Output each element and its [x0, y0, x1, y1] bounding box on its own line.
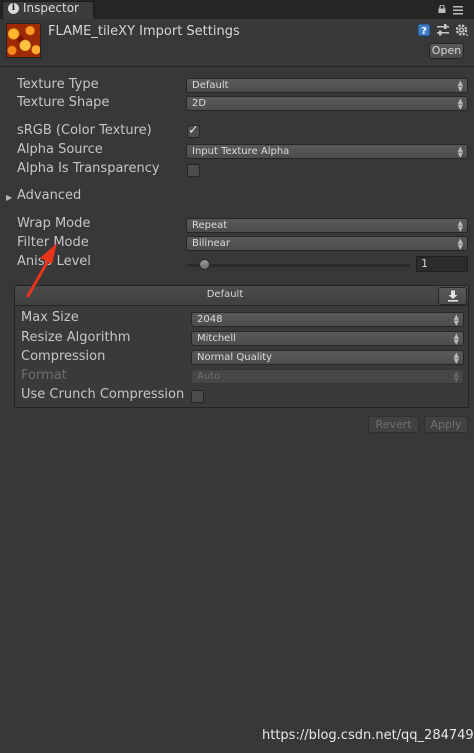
filter-mode-label: Filter Mode: [17, 235, 89, 250]
asset-title: FLAME_tileXY Import Settings: [48, 24, 240, 39]
alpha-source-dropdown[interactable]: Input Texture Alpha ▲ ▼: [186, 144, 468, 159]
texture-type-label: Texture Type: [17, 77, 99, 92]
dropdown-arrows-icon: ▲ ▼: [457, 145, 463, 159]
alpha-transparency-label: Alpha Is Transparency: [17, 161, 160, 176]
preset-icon[interactable]: [436, 23, 450, 37]
srgb-label: sRGB (Color Texture): [17, 123, 152, 138]
header-divider: [0, 66, 474, 67]
svg-text:?: ?: [421, 26, 427, 37]
max-size-label: Max Size: [21, 310, 79, 325]
dropdown-arrows-icon: ▲ ▼: [453, 332, 459, 346]
resize-algorithm-label: Resize Algorithm: [21, 330, 131, 345]
download-platform-button[interactable]: [438, 287, 467, 305]
wrap-mode-label: Wrap Mode: [17, 216, 91, 231]
info-icon: i: [8, 3, 19, 14]
resize-algorithm-value: Mitchell: [197, 333, 236, 344]
alpha-transparency-checkbox[interactable]: [187, 164, 200, 177]
aniso-level-field[interactable]: 1: [416, 256, 468, 272]
max-size-dropdown[interactable]: 2048 ▲ ▼: [191, 312, 464, 327]
srgb-checkbox[interactable]: ✓: [187, 123, 200, 138]
compression-label: Compression: [21, 349, 106, 364]
texture-shape-label: Texture Shape: [17, 95, 110, 110]
aniso-level-slider-track[interactable]: [187, 264, 411, 267]
lock-icon[interactable]: [438, 5, 446, 13]
crunch-compression-label: Use Crunch Compression: [21, 387, 185, 402]
resize-algorithm-dropdown[interactable]: Mitchell ▲ ▼: [191, 331, 464, 346]
texture-shape-value: 2D: [192, 98, 207, 109]
dropdown-arrows-icon: ▲ ▼: [453, 351, 459, 365]
texture-type-dropdown[interactable]: Default ▲ ▼: [186, 78, 468, 93]
format-value: Auto: [197, 371, 221, 382]
help-icon[interactable]: ?: [417, 23, 431, 37]
open-button[interactable]: Open: [429, 43, 464, 59]
tab-inspector-label: Inspector: [23, 1, 79, 15]
aniso-level-label: Aniso Level: [17, 254, 91, 269]
filter-mode-dropdown[interactable]: Bilinear ▲ ▼: [186, 236, 468, 251]
advanced-foldout-label[interactable]: Advanced: [17, 188, 81, 204]
alpha-source-label: Alpha Source: [17, 142, 103, 157]
dropdown-arrows-icon: ▲ ▼: [457, 97, 463, 111]
alpha-source-value: Input Texture Alpha: [192, 146, 290, 157]
dropdown-arrows-icon: ▲ ▼: [453, 313, 459, 327]
texture-type-value: Default: [192, 80, 229, 91]
filter-mode-value: Bilinear: [192, 238, 230, 249]
dropdown-arrows-icon: ▲ ▼: [457, 219, 463, 233]
settings-gear-icon[interactable]: [455, 23, 469, 37]
aniso-level-slider-thumb[interactable]: [199, 259, 210, 270]
download-icon: [448, 290, 458, 302]
wrap-mode-value: Repeat: [192, 220, 228, 231]
max-size-value: 2048: [197, 314, 223, 325]
texture-thumbnail: [6, 23, 41, 58]
dropdown-arrows-icon: ▲ ▼: [453, 370, 459, 384]
context-menu-icon[interactable]: [452, 4, 466, 16]
crunch-compression-checkbox[interactable]: [191, 390, 204, 403]
compression-value: Normal Quality: [197, 352, 273, 363]
format-label: Format: [21, 368, 67, 383]
format-dropdown: Auto ▲ ▼: [191, 369, 464, 384]
apply-button[interactable]: Apply: [424, 416, 468, 433]
compression-dropdown[interactable]: Normal Quality ▲ ▼: [191, 350, 464, 365]
watermark-text: https://blog.csdn.net/qq_28474981: [262, 728, 474, 743]
dropdown-arrows-icon: ▲ ▼: [457, 237, 463, 251]
dropdown-arrows-icon: ▲ ▼: [457, 79, 463, 93]
texture-shape-dropdown[interactable]: 2D ▲ ▼: [186, 96, 468, 111]
platform-tab-default[interactable]: Default: [15, 289, 435, 300]
checkmark-icon: ✓: [188, 123, 199, 138]
revert-button[interactable]: Revert: [368, 416, 419, 433]
wrap-mode-dropdown[interactable]: Repeat ▲ ▼: [186, 218, 468, 233]
advanced-foldout-arrow-icon[interactable]: ▶: [6, 193, 12, 202]
